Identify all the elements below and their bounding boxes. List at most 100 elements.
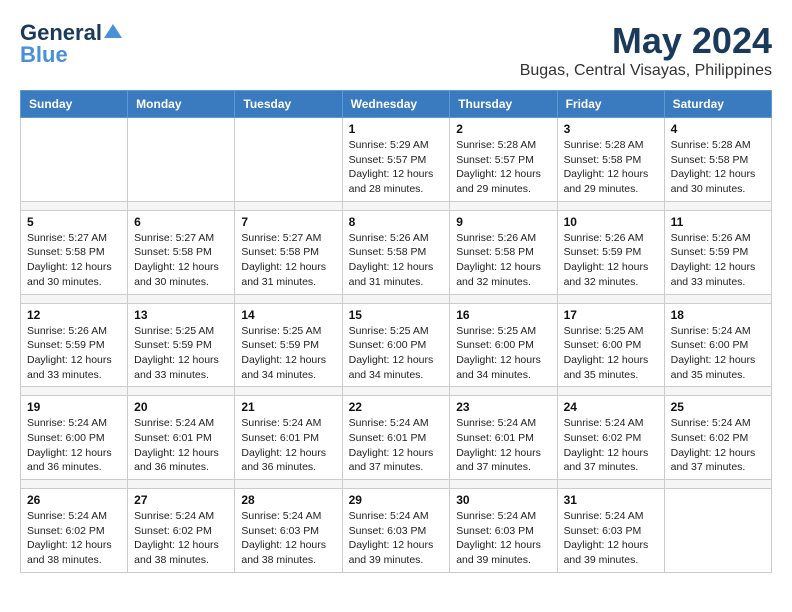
week-row-2: 5 Sunrise: 5:27 AMSunset: 5:58 PMDaylight… — [21, 210, 772, 294]
col-wednesday: Wednesday — [342, 91, 450, 118]
calendar-cell: 22 Sunrise: 5:24 AMSunset: 6:01 PMDayligh… — [342, 396, 450, 480]
calendar-cell: 29Sunrise: 5:24 AMSunset: 6:03 PMDayligh… — [342, 489, 450, 573]
separator-cell — [235, 294, 342, 303]
day-number: 3 — [564, 122, 658, 136]
day-info: Sunrise: 5:28 AMSunset: 5:58 PMDaylight:… — [671, 138, 765, 197]
calendar-cell: 30 Sunrise: 5:24 AMSunset: 6:03 PMDayligh… — [450, 489, 557, 573]
day-info: Sunrise: 5:26 AMSunset: 5:58 PMDaylight:… — [349, 231, 444, 290]
calendar-cell: 25 Sunrise: 5:24 AMSunset: 6:02 PMDayligh… — [664, 396, 771, 480]
day-number: 1 — [349, 122, 444, 136]
calendar-cell: 24Sunrise: 5:24 AMSunset: 6:02 PMDayligh… — [557, 396, 664, 480]
calendar-cell: 11Sunrise: 5:26 AMSunset: 5:59 PMDayligh… — [664, 210, 771, 294]
calendar-cell: 5 Sunrise: 5:27 AMSunset: 5:58 PMDaylight… — [21, 210, 128, 294]
day-info: Sunrise: 5:24 AMSunset: 6:01 PMDaylight:… — [456, 416, 550, 475]
calendar-cell: 15Sunrise: 5:25 AMSunset: 6:00 PMDayligh… — [342, 303, 450, 387]
day-number: 4 — [671, 122, 765, 136]
separator-cell — [664, 387, 771, 396]
col-friday: Friday — [557, 91, 664, 118]
separator-cell — [557, 387, 664, 396]
day-number: 6 — [134, 215, 228, 229]
separator-cell — [342, 480, 450, 489]
day-number: 2 — [456, 122, 550, 136]
day-info: Sunrise: 5:25 AMSunset: 6:00 PMDaylight:… — [564, 324, 658, 383]
day-number: 20 — [134, 400, 228, 414]
day-number: 27 — [134, 493, 228, 507]
calendar-cell: 17Sunrise: 5:25 AMSunset: 6:00 PMDayligh… — [557, 303, 664, 387]
day-info: Sunrise: 5:24 AMSunset: 6:01 PMDaylight:… — [349, 416, 444, 475]
separator-cell — [557, 294, 664, 303]
calendar-cell: 14Sunrise: 5:25 AMSunset: 5:59 PMDayligh… — [235, 303, 342, 387]
calendar-cell: 6 Sunrise: 5:27 AMSunset: 5:58 PMDaylight… — [128, 210, 235, 294]
calendar-cell: 3Sunrise: 5:28 AMSunset: 5:58 PMDaylight… — [557, 118, 664, 202]
day-info: Sunrise: 5:24 AMSunset: 6:03 PMDaylight:… — [564, 509, 658, 568]
day-number: 9 — [456, 215, 550, 229]
separator-cell — [21, 201, 128, 210]
day-info: Sunrise: 5:27 AMSunset: 5:58 PMDaylight:… — [241, 231, 335, 290]
separator-cell — [664, 294, 771, 303]
separator-cell — [235, 387, 342, 396]
day-number: 18 — [671, 308, 765, 322]
day-number: 23 — [456, 400, 550, 414]
day-info: Sunrise: 5:29 AMSunset: 5:57 PMDaylight:… — [349, 138, 444, 197]
logo-blue: Blue — [20, 42, 68, 68]
calendar-cell — [21, 118, 128, 202]
day-number: 5 — [27, 215, 121, 229]
page-header: General Blue May 2024 Bugas, Central Vis… — [20, 20, 772, 80]
week-separator — [21, 201, 772, 210]
separator-cell — [21, 294, 128, 303]
separator-cell — [450, 480, 557, 489]
calendar-header-row: Sunday Monday Tuesday Wednesday Thursday… — [21, 91, 772, 118]
day-info: Sunrise: 5:26 AMSunset: 5:59 PMDaylight:… — [564, 231, 658, 290]
separator-cell — [342, 201, 450, 210]
day-info: Sunrise: 5:24 AMSunset: 6:01 PMDaylight:… — [134, 416, 228, 475]
day-number: 19 — [27, 400, 121, 414]
calendar-cell: 31 Sunrise: 5:24 AMSunset: 6:03 PMDayligh… — [557, 489, 664, 573]
day-info: Sunrise: 5:28 AMSunset: 5:57 PMDaylight:… — [456, 138, 550, 197]
calendar-cell: 26Sunrise: 5:24 AMSunset: 6:02 PMDayligh… — [21, 489, 128, 573]
day-info: Sunrise: 5:24 AMSunset: 6:00 PMDaylight:… — [27, 416, 121, 475]
calendar-cell: 21Sunrise: 5:24 AMSunset: 6:01 PMDayligh… — [235, 396, 342, 480]
day-info: Sunrise: 5:24 AMSunset: 6:03 PMDaylight:… — [241, 509, 335, 568]
day-number: 7 — [241, 215, 335, 229]
calendar-cell: 23 Sunrise: 5:24 AMSunset: 6:01 PMDayligh… — [450, 396, 557, 480]
separator-cell — [664, 480, 771, 489]
week-row-5: 26Sunrise: 5:24 AMSunset: 6:02 PMDayligh… — [21, 489, 772, 573]
day-number: 28 — [241, 493, 335, 507]
day-number: 22 — [349, 400, 444, 414]
calendar-cell: 20 Sunrise: 5:24 AMSunset: 6:01 PMDayligh… — [128, 396, 235, 480]
separator-cell — [235, 201, 342, 210]
day-number: 11 — [671, 215, 765, 229]
separator-cell — [235, 480, 342, 489]
separator-cell — [128, 480, 235, 489]
separator-cell — [450, 294, 557, 303]
day-info: Sunrise: 5:26 AMSunset: 5:59 PMDaylight:… — [27, 324, 121, 383]
col-sunday: Sunday — [21, 91, 128, 118]
day-info: Sunrise: 5:27 AMSunset: 5:58 PMDaylight:… — [134, 231, 228, 290]
day-number: 30 — [456, 493, 550, 507]
day-info: Sunrise: 5:24 AMSunset: 6:02 PMDaylight:… — [134, 509, 228, 568]
separator-cell — [557, 201, 664, 210]
calendar-cell — [664, 489, 771, 573]
calendar-cell: 8 Sunrise: 5:26 AMSunset: 5:58 PMDaylight… — [342, 210, 450, 294]
day-info: Sunrise: 5:24 AMSunset: 6:02 PMDaylight:… — [671, 416, 765, 475]
day-number: 25 — [671, 400, 765, 414]
separator-cell — [21, 480, 128, 489]
separator-cell — [664, 201, 771, 210]
day-number: 31 — [564, 493, 658, 507]
calendar-cell: 9Sunrise: 5:26 AMSunset: 5:58 PMDaylight… — [450, 210, 557, 294]
day-info: Sunrise: 5:24 AMSunset: 6:03 PMDaylight:… — [456, 509, 550, 568]
day-number: 8 — [349, 215, 444, 229]
day-info: Sunrise: 5:25 AMSunset: 6:00 PMDaylight:… — [456, 324, 550, 383]
separator-cell — [342, 294, 450, 303]
day-info: Sunrise: 5:27 AMSunset: 5:58 PMDaylight:… — [27, 231, 121, 290]
calendar-table: Sunday Monday Tuesday Wednesday Thursday… — [20, 90, 772, 573]
day-number: 16 — [456, 308, 550, 322]
day-info: Sunrise: 5:25 AMSunset: 5:59 PMDaylight:… — [134, 324, 228, 383]
week-separator — [21, 387, 772, 396]
month-year: May 2024 — [520, 20, 772, 62]
calendar-cell: 1 Sunrise: 5:29 AMSunset: 5:57 PMDaylight… — [342, 118, 450, 202]
logo-arrow-icon — [104, 22, 122, 40]
col-thursday: Thursday — [450, 91, 557, 118]
col-saturday: Saturday — [664, 91, 771, 118]
calendar-cell: 7 Sunrise: 5:27 AMSunset: 5:58 PMDaylight… — [235, 210, 342, 294]
